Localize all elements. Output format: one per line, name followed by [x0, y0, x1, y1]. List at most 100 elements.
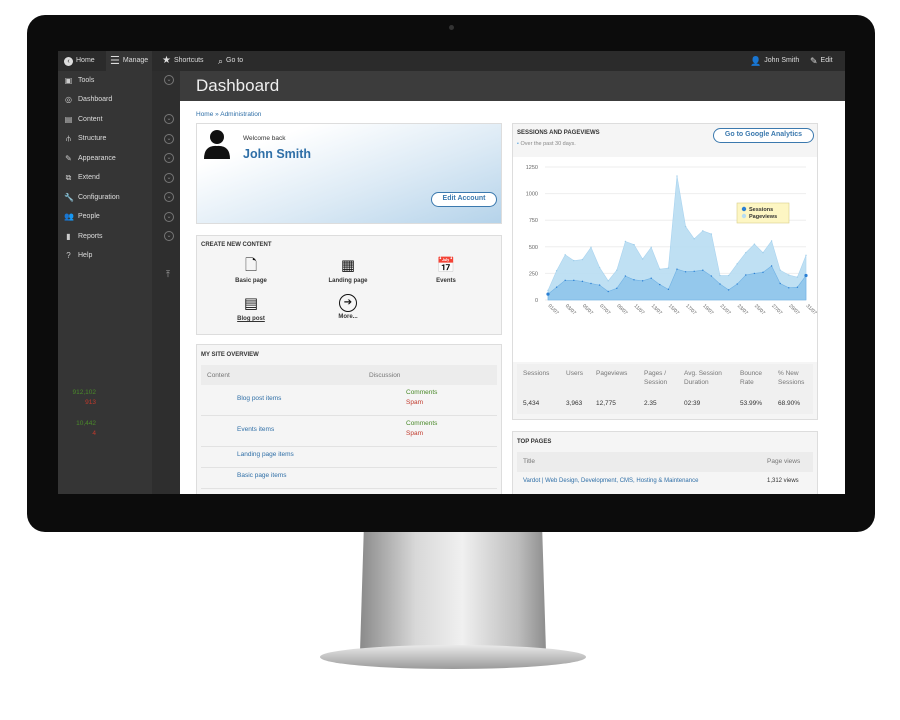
toolbar-goto[interactable]: ⌕ Go to [218, 51, 243, 71]
chevron-down-icon[interactable]: ⌄ [164, 75, 174, 85]
screen: ‹ Home ☰ Manage ★ Shortcuts ⌕ Go to 👤 John Sm… [58, 51, 845, 494]
x-tick-label: 25/07 [753, 303, 766, 316]
col-views: Page views [767, 458, 801, 465]
toolbar-shortcuts[interactable]: ★ Shortcuts [162, 51, 204, 71]
chevron-down-icon[interactable]: ⌄ [164, 172, 174, 183]
data-point-sessions [804, 273, 808, 278]
search-icon: ⌕ [218, 56, 224, 66]
analytics-heading: SESSIONS AND PAGEVIEWS [517, 130, 600, 136]
user-name: John Smith [243, 147, 312, 161]
toolbar-manage[interactable]: ☰ Manage [106, 51, 153, 71]
create-content-heading: CREATE NEW CONTENT [201, 242, 272, 248]
data-point-pageviews [659, 268, 661, 270]
data-point-sessions [788, 287, 790, 289]
sidebar-item-help[interactable]: ? Help [64, 249, 92, 263]
data-point-sessions [762, 271, 764, 274]
create-events[interactable]: 📅 Events [416, 256, 476, 284]
sidebar-item-tools[interactable]: ▣ Tools [64, 73, 95, 87]
legend-label: Pageviews [749, 214, 777, 220]
y-tick-label: 500 [529, 245, 538, 251]
sidebar-item-people[interactable]: 👥 People [64, 210, 100, 224]
toolbar-home[interactable]: ‹ Home [64, 51, 95, 71]
data-point-pageviews [710, 233, 713, 235]
chevron-down-icon[interactable]: ⌄ [164, 153, 174, 163]
breadcrumb-separator: » [215, 111, 219, 118]
sidebar-item-dashboard[interactable]: ◎ Dashboard [64, 93, 112, 107]
y-tick-label: 750 [529, 218, 538, 224]
data-point-pageviews [805, 254, 807, 257]
row-divider [201, 488, 497, 489]
stat-header: Pages / Session [644, 370, 668, 386]
comments-link[interactable]: Comments [406, 389, 437, 396]
data-point-pageviews [641, 258, 644, 260]
analytics-subtitle: ▪ Over the past 30 days. [517, 141, 576, 147]
row-divider [201, 467, 497, 468]
create-landing-page[interactable]: ▦ Landing page [318, 256, 378, 284]
calendar-icon: 📅 [436, 257, 456, 274]
data-point-pageviews [573, 259, 575, 262]
sidebar-item-label: Reports [78, 232, 103, 240]
chevron-down-icon[interactable]: ⌄ [164, 114, 174, 124]
reports-icon: ▮ [66, 231, 71, 241]
data-point-pageviews [555, 270, 558, 272]
breadcrumb-administration[interactable]: Administration [220, 111, 261, 118]
create-more[interactable]: ➔ More... [318, 294, 378, 320]
create-blog-post[interactable]: ▤ Blog post [221, 294, 281, 322]
x-tick-label: 29/07 [787, 303, 800, 316]
overview-heading: MY SITE OVERVIEW [201, 352, 259, 358]
data-point-pageviews [762, 251, 764, 254]
create-item-label: More... [338, 314, 358, 320]
data-point-sessions [607, 290, 609, 293]
sidebar-item-content[interactable]: ▤ Content [64, 112, 103, 126]
create-basic-page[interactable]: 🗋 Basic page [221, 256, 281, 284]
data-point-sessions [624, 275, 627, 277]
data-point-pageviews [788, 274, 790, 276]
edit-account-button[interactable]: Edit Account [431, 192, 497, 207]
data-point-pageviews [616, 269, 618, 271]
top-page-link[interactable]: Vardot | Web Design, Development, CMS, H… [523, 478, 698, 484]
chevron-down-icon[interactable]: ⌄ [164, 231, 174, 241]
stat-value: 68.90% [778, 400, 801, 407]
data-point-pageviews [598, 266, 601, 269]
x-tick-label: 17/07 [684, 303, 697, 316]
pencil-icon: ✎ [810, 56, 818, 66]
data-point-pageviews [547, 289, 549, 292]
data-point-pageviews [624, 240, 627, 243]
site-overview-card: MY SITE OVERVIEW Content Discussion 841,… [73, 344, 502, 494]
x-tick-label: 05/07 [581, 303, 594, 316]
toolbar-edit[interactable]: ✎ Edit [810, 51, 833, 71]
sidebar-item-reports[interactable]: ▮ Reports [64, 229, 103, 243]
data-point-pageviews [745, 251, 747, 254]
google-analytics-button[interactable]: Go to Google Analytics [713, 128, 814, 143]
sidebar-item-label: Extend [78, 174, 100, 181]
item-type-link[interactable]: Basic page items [237, 472, 287, 479]
arrow-circle-icon: ➔ [339, 294, 357, 312]
sidebar-item-label: Tools [78, 76, 95, 84]
data-point-pageviews [581, 258, 584, 261]
data-point-sessions [745, 274, 747, 276]
breadcrumb-home[interactable]: Home [196, 111, 213, 118]
pin-icon[interactable]: ⤒ [166, 269, 170, 280]
y-tick-label: 250 [529, 271, 538, 277]
item-type-link[interactable]: Blog post items [237, 395, 281, 402]
chevron-down-icon[interactable]: ⌄ [164, 192, 174, 202]
sidebar-item-extend[interactable]: ⧉ Extend [64, 171, 100, 185]
welcome-card: Welcome back John Smith Edit Account [196, 123, 502, 224]
data-point-sessions [546, 292, 550, 296]
chevron-down-icon[interactable]: ⌄ [164, 133, 174, 144]
sidebar-item-appearance[interactable]: ✎ Appearance [64, 151, 116, 165]
item-type-link[interactable]: Events items [237, 426, 274, 433]
sidebar-item-structure[interactable]: ⫛ Structure [64, 132, 106, 146]
chevron-down-icon[interactable]: ⌄ [164, 211, 174, 222]
data-point-sessions [659, 283, 661, 286]
tools-icon: ▣ [64, 75, 73, 85]
item-type-link[interactable]: Landing page items [237, 451, 294, 458]
sidebar-item-configuration[interactable]: 🔧 Configuration [64, 190, 120, 204]
spam-link[interactable]: Spam [406, 399, 423, 406]
toolbar-user[interactable]: 👤 John Smith [750, 51, 799, 71]
comments-link[interactable]: Comments [406, 420, 437, 427]
spam-link[interactable]: Spam [406, 430, 423, 437]
data-point-pageviews [650, 246, 652, 249]
data-point-sessions [667, 288, 670, 291]
data-point-sessions [684, 271, 687, 273]
